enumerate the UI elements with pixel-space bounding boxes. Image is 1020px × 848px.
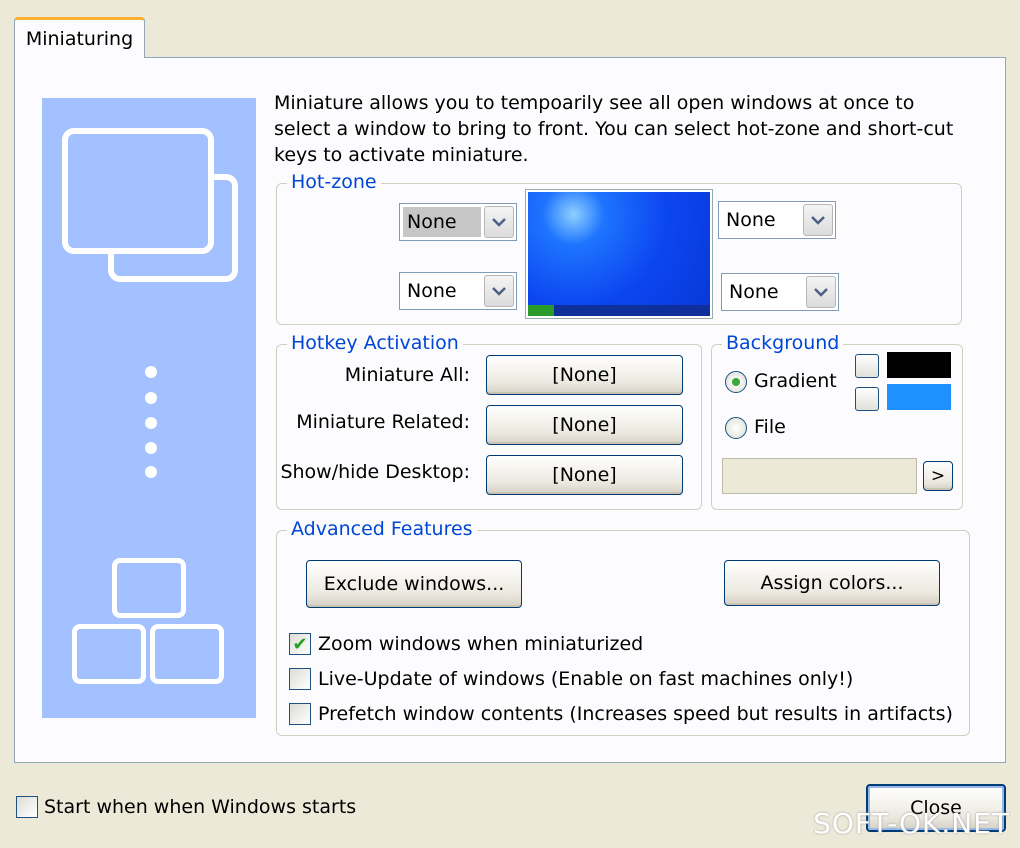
dot-icon [145, 442, 157, 454]
description-text: Miniature allows you to tempoarily see a… [274, 92, 954, 166]
hotzone-top-right-select[interactable]: None [718, 201, 836, 239]
check-icon: ✔ [292, 633, 308, 655]
taskbar-preview [528, 305, 710, 316]
select-value: None [726, 209, 776, 231]
assign-colors-button[interactable]: Assign colors... [724, 560, 940, 606]
live-update-label: Live-Update of windows (Enable on fast m… [318, 668, 854, 690]
hotkey-show-desktop-button[interactable]: [None] [486, 455, 683, 495]
hotkey-label-miniature-related: Miniature Related: [296, 411, 470, 433]
watermark: SOFT-OK.NET [813, 807, 1010, 840]
zoom-windows-label: Zoom windows when miniaturized [318, 633, 644, 655]
hotzone-bottom-left-select[interactable]: None [399, 272, 517, 310]
gradient-label: Gradient [754, 370, 837, 392]
background-legend: Background [722, 332, 844, 354]
hotkey-label-show-desktop: Show/hide Desktop: [280, 461, 470, 483]
gradient-radio[interactable] [725, 371, 747, 393]
file-path-input[interactable] [722, 458, 917, 494]
advanced-legend: Advanced Features [287, 518, 477, 540]
chevron-down-icon[interactable] [803, 204, 833, 236]
dot-icon [145, 392, 157, 404]
hotzone-bottom-right-select[interactable]: None [721, 273, 839, 311]
hotkey-value: [None] [552, 364, 617, 386]
tile-top-illustration [112, 558, 186, 618]
browse-button[interactable]: > [923, 461, 953, 491]
hotkey-value: [None] [552, 414, 617, 436]
start-with-windows-label: Start when when Windows starts [44, 796, 357, 818]
assign-label: Assign colors... [760, 572, 904, 594]
zoom-windows-checkbox[interactable]: ✔ [289, 633, 311, 655]
desktop-preview [525, 189, 713, 319]
hotkey-miniature-related-button[interactable]: [None] [486, 405, 683, 445]
file-label: File [754, 416, 786, 438]
hotzone-legend: Hot-zone [287, 171, 381, 193]
hotkey-label-miniature-all: Miniature All: [344, 364, 470, 386]
color2-button[interactable] [855, 387, 879, 411]
exclude-label: Exclude windows... [323, 573, 505, 595]
file-radio[interactable] [725, 417, 747, 439]
start-with-windows-checkbox[interactable] [16, 796, 38, 818]
select-value: None [407, 280, 457, 302]
tab-miniaturing[interactable]: Miniaturing [14, 17, 145, 58]
select-value: None [729, 281, 779, 303]
color1-swatch [887, 352, 951, 378]
side-illustration [42, 98, 256, 718]
prefetch-label: Prefetch window contents (Increases spee… [318, 703, 953, 725]
color2-swatch [887, 384, 951, 410]
dot-icon [145, 417, 157, 429]
tile-bottom-right-illustration [150, 624, 224, 684]
hotkey-miniature-all-button[interactable]: [None] [486, 355, 683, 395]
exclude-windows-button[interactable]: Exclude windows... [306, 560, 522, 608]
live-update-checkbox[interactable] [289, 668, 311, 690]
browse-label: > [930, 466, 946, 486]
hotkey-value: [None] [552, 464, 617, 486]
tile-bottom-left-illustration [72, 624, 146, 684]
chevron-down-icon[interactable] [484, 206, 514, 238]
chevron-down-icon[interactable] [484, 275, 514, 307]
prefetch-checkbox[interactable] [289, 703, 311, 725]
start-button-preview [528, 305, 554, 316]
tab-label: Miniaturing [25, 28, 134, 50]
color1-button[interactable] [855, 354, 879, 378]
dot-icon [145, 366, 157, 378]
select-value: None [403, 207, 481, 237]
hotkey-legend: Hotkey Activation [287, 332, 463, 354]
dot-icon [145, 466, 157, 478]
chevron-down-icon[interactable] [806, 276, 836, 308]
hotzone-top-left-select[interactable]: None [399, 203, 517, 241]
